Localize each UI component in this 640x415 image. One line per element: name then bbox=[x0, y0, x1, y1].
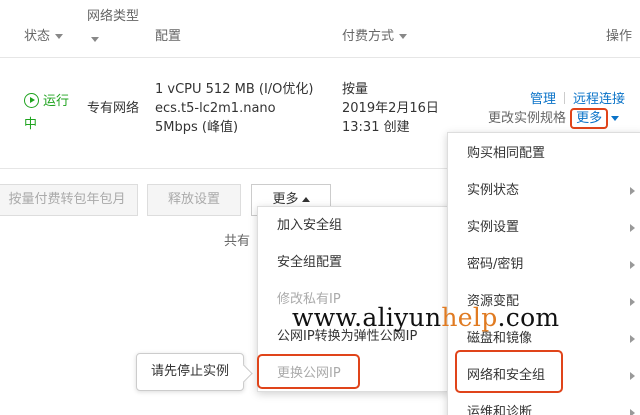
table-header: 状态 网络类型 配置 付费方式 操作 bbox=[0, 0, 640, 58]
watermark: www.aliyunhelp.com bbox=[292, 303, 559, 332]
config-instance-type: ecs.t5-lc2m1.nano bbox=[155, 101, 276, 116]
menu-item-instance-settings[interactable]: 实例设置 bbox=[448, 209, 640, 246]
menu-item-label: 购买相同配置 bbox=[467, 146, 546, 161]
menu-item-label: 实例设置 bbox=[467, 220, 520, 235]
tooltip: 请先停止实例 bbox=[136, 353, 244, 391]
more-actions-label: 更多 bbox=[576, 111, 603, 126]
chevron-right-icon bbox=[630, 372, 635, 380]
total-count-text: 共有 bbox=[224, 234, 251, 249]
menu-item-security-group-config[interactable]: 安全组配置 bbox=[258, 244, 449, 281]
play-circle-icon bbox=[24, 93, 39, 108]
convert-to-subscription-button[interactable]: 按量付费转包年包月 bbox=[0, 184, 138, 216]
payment-cell: 按量 2019年2月16日 13:31 创建 bbox=[342, 80, 439, 137]
bulk-more-label: 更多 bbox=[272, 192, 299, 207]
release-settings-button[interactable]: 释放设置 bbox=[147, 184, 241, 216]
payment-type: 按量 bbox=[342, 82, 369, 97]
menu-item-join-security-group[interactable]: 加入安全组 bbox=[258, 207, 449, 244]
chevron-right-icon bbox=[630, 335, 635, 343]
highlight-box bbox=[257, 354, 360, 389]
actions-top: 管理 远程连接 bbox=[530, 90, 625, 109]
created-time: 13:31 创建 bbox=[342, 120, 410, 135]
config-bandwidth: 5Mbps (峰值) bbox=[155, 120, 239, 135]
menu-item-instance-status[interactable]: 实例状态 bbox=[448, 172, 640, 209]
chevron-down-icon bbox=[399, 34, 408, 39]
chevron-down-icon[interactable] bbox=[91, 37, 99, 42]
config-cell: 1 vCPU 512 MB (I/O优化) ecs.t5-lc2m1.nano … bbox=[155, 80, 313, 137]
menu-item-label: 实例状态 bbox=[467, 183, 520, 198]
chevron-right-icon bbox=[630, 224, 635, 232]
header-payment-label: 付费方式 bbox=[342, 29, 395, 44]
menu-item-label: 磁盘和镜像 bbox=[467, 331, 533, 346]
menu-item-label: 安全组配置 bbox=[277, 255, 343, 270]
highlight-box bbox=[455, 350, 563, 393]
header-status-label: 状态 bbox=[24, 29, 51, 44]
status-text: 运行 bbox=[43, 94, 70, 109]
divider bbox=[564, 92, 566, 104]
chevron-down-icon bbox=[611, 116, 620, 121]
chevron-down-icon bbox=[55, 34, 64, 39]
manage-link[interactable]: 管理 bbox=[530, 92, 556, 107]
chevron-right-icon bbox=[630, 298, 635, 306]
header-network-type[interactable]: 网络类型 bbox=[87, 8, 139, 26]
status-cell: 运行 bbox=[24, 93, 69, 111]
header-network-type-label: 网络类型 bbox=[87, 9, 140, 24]
config-spec: 1 vCPU 512 MB (I/O优化) bbox=[155, 82, 314, 97]
header-actions: 操作 bbox=[606, 28, 632, 46]
menu-item-buy-same-config[interactable]: 购买相同配置 bbox=[448, 135, 640, 172]
more-actions-button[interactable]: 更多 bbox=[570, 108, 609, 129]
chevron-right-icon bbox=[630, 409, 635, 415]
change-spec-link[interactable]: 更改实例规格 bbox=[488, 111, 566, 126]
menu-item-label: 运维和诊断 bbox=[467, 405, 533, 415]
watermark-prefix: www.aliyun bbox=[292, 303, 442, 332]
menu-item-password-key[interactable]: 密码/密钥 bbox=[448, 246, 640, 283]
header-config-label: 配置 bbox=[155, 29, 182, 44]
network-type-cell: 专有网络 bbox=[87, 101, 140, 116]
chevron-right-icon bbox=[630, 187, 635, 195]
created-date: 2019年2月16日 bbox=[342, 101, 439, 116]
header-payment[interactable]: 付费方式 bbox=[342, 28, 408, 46]
chevron-right-icon bbox=[630, 261, 635, 269]
menu-item-label: 加入安全组 bbox=[277, 218, 343, 233]
watermark-suffix: .com bbox=[497, 303, 560, 332]
status-text-cont: 中 bbox=[24, 117, 38, 132]
header-config: 配置 bbox=[155, 28, 181, 46]
menu-item-ops-diagnosis[interactable]: 运维和诊断 bbox=[448, 394, 640, 415]
remote-connect-link[interactable]: 远程连接 bbox=[573, 92, 625, 107]
header-status[interactable]: 状态 bbox=[24, 28, 64, 46]
watermark-accent: help bbox=[441, 303, 498, 332]
menu-item-label: 密码/密钥 bbox=[467, 257, 524, 272]
header-actions-label: 操作 bbox=[606, 29, 633, 44]
tooltip-text: 请先停止实例 bbox=[150, 364, 229, 379]
actions-bottom: 更改实例规格 更多 bbox=[488, 108, 620, 129]
chevron-up-icon bbox=[301, 197, 310, 202]
